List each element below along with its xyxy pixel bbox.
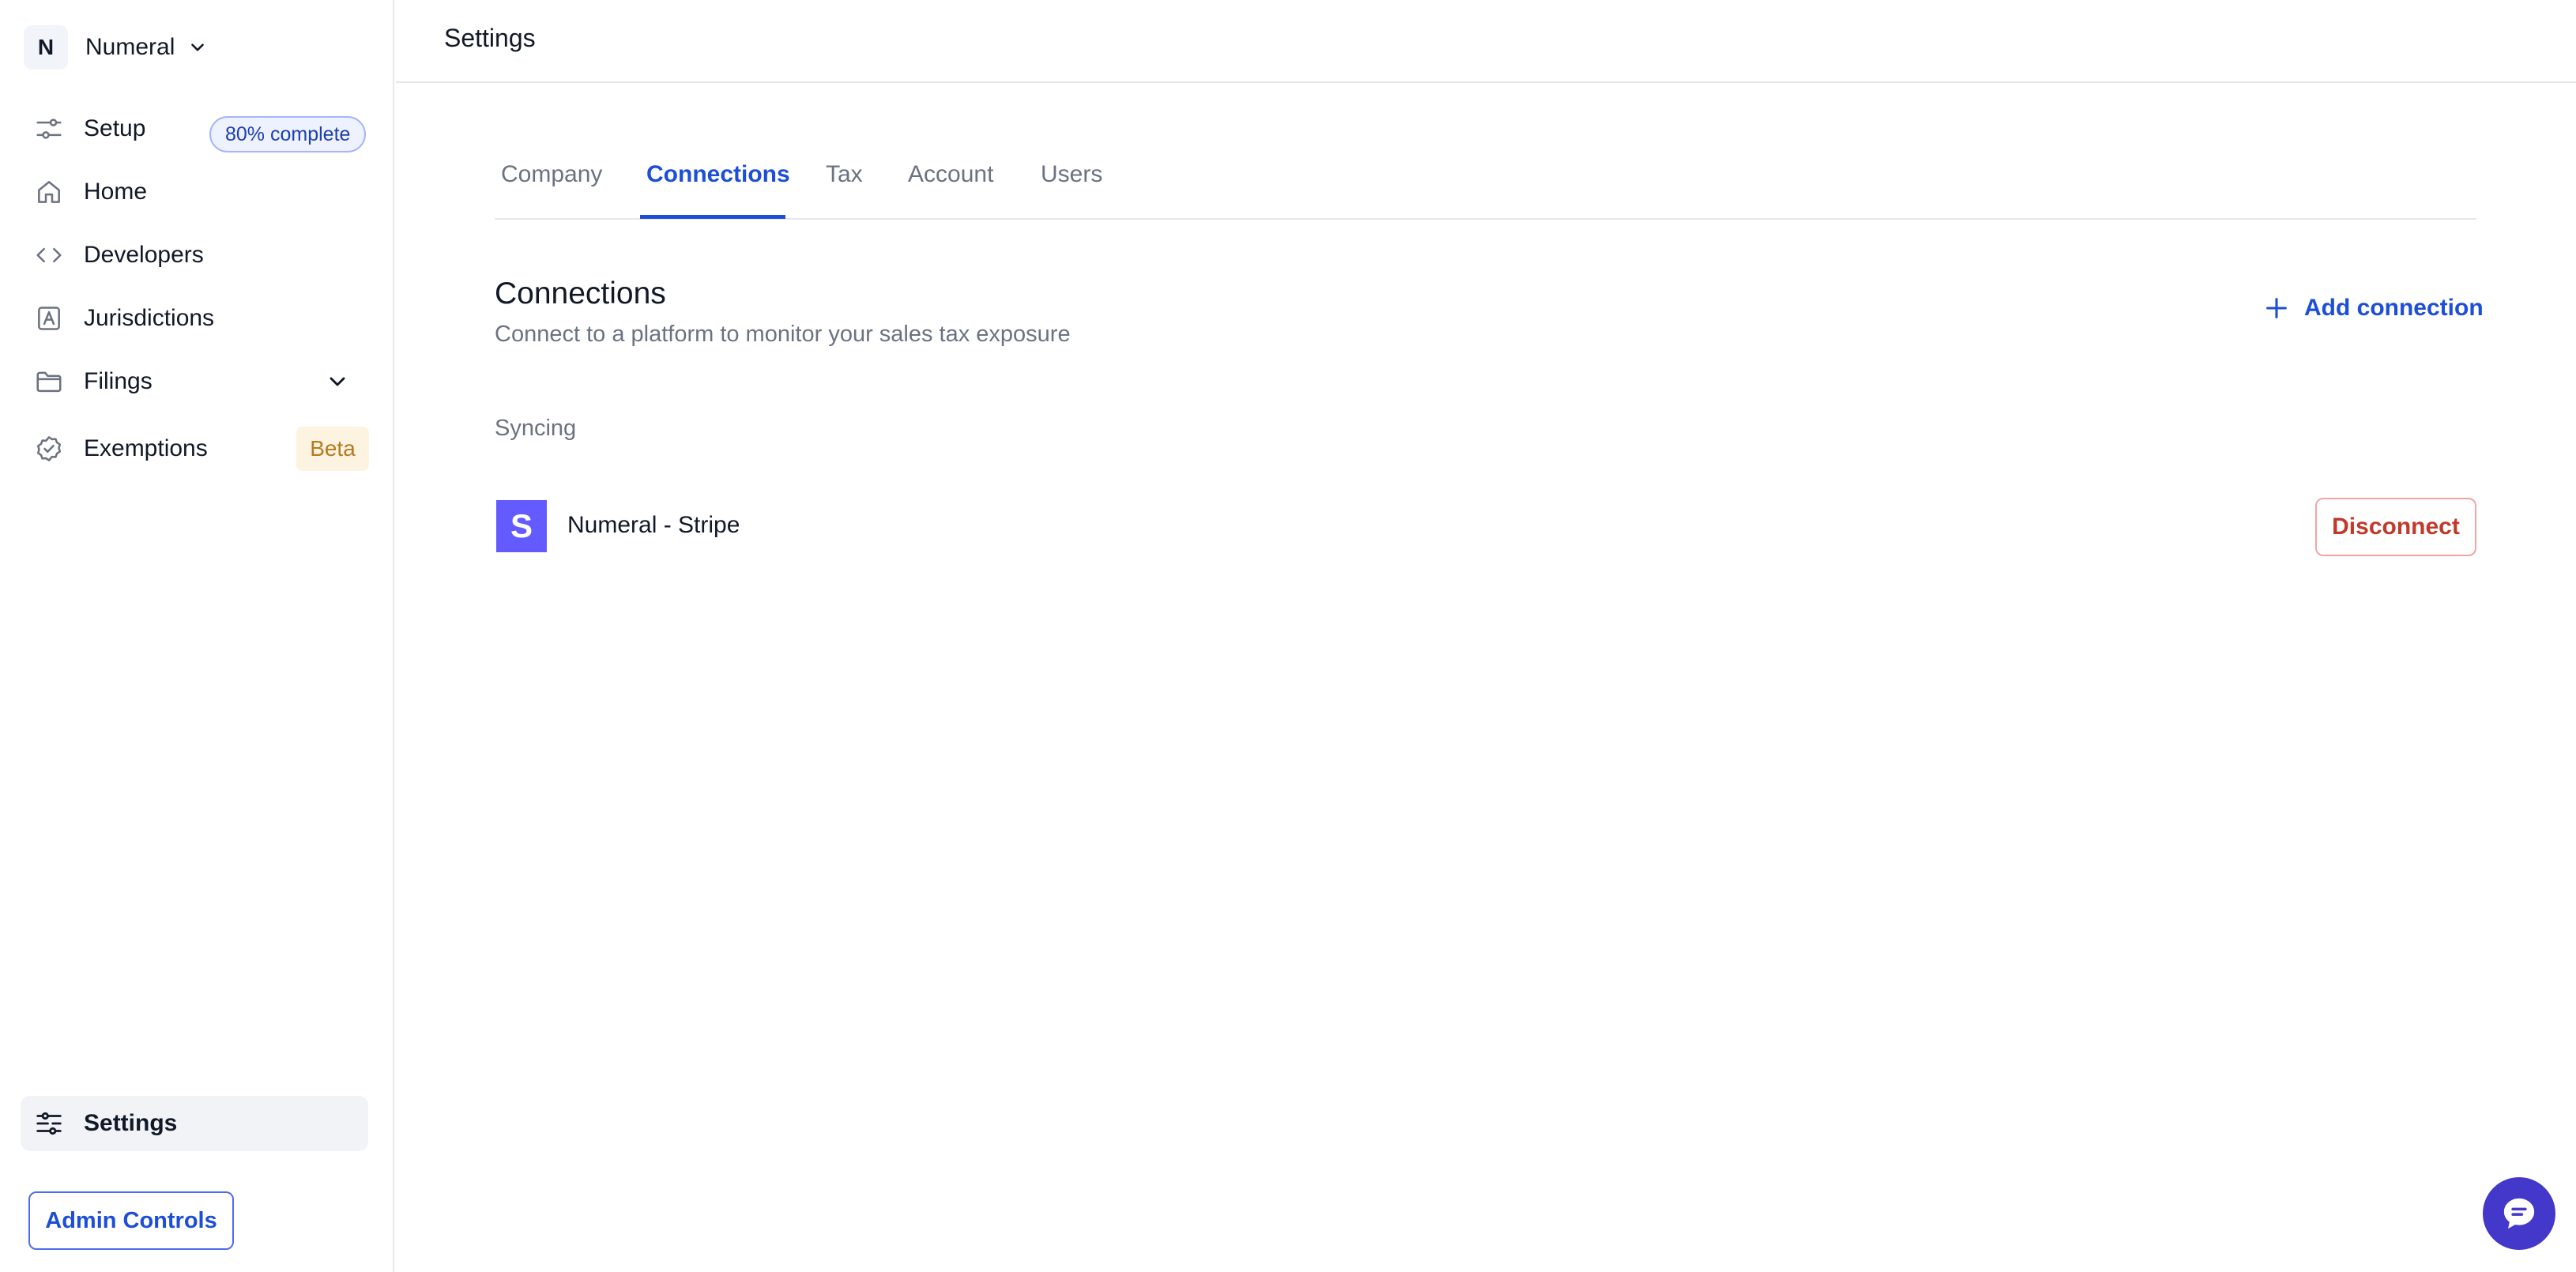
beta-badge: Beta (296, 427, 369, 471)
tab-company[interactable]: Company (501, 161, 602, 218)
tab-connections[interactable]: Connections (646, 161, 790, 218)
app: N Numeral Setup 80% complete Home Develo… (0, 0, 2576, 1272)
page-title: Settings (444, 24, 536, 52)
home-icon (33, 176, 65, 208)
chevron-down-icon (191, 43, 205, 51)
org-switcher[interactable]: N Numeral (24, 24, 208, 71)
chevron-down-icon[interactable] (325, 369, 350, 394)
sliders-icon (33, 113, 65, 145)
setup-progress-badge: 80% complete (209, 116, 367, 152)
sidebar-item-jurisdictions[interactable]: Jurisdictions (21, 291, 368, 346)
org-name: Numeral (85, 34, 175, 60)
tab-tax[interactable]: Tax (826, 161, 863, 218)
disconnect-button[interactable]: Disconnect (2315, 498, 2476, 556)
group-label-syncing: Syncing (495, 416, 577, 441)
sidebar: N Numeral Setup 80% complete Home Develo… (0, 0, 394, 1272)
map-icon (33, 303, 65, 334)
sidebar-item-label: Filings (84, 368, 153, 394)
svg-text:S: S (510, 508, 533, 544)
sidebar-item-settings[interactable]: Settings (21, 1096, 368, 1151)
connection-name: Numeral - Stripe (567, 512, 740, 538)
org-avatar: N (24, 25, 68, 70)
code-icon (33, 239, 65, 271)
active-tab-indicator (640, 215, 785, 219)
stripe-logo: S (496, 500, 547, 552)
add-connection-label: Add connection (2304, 295, 2484, 321)
sidebar-item-exemptions[interactable]: Exemptions Beta (21, 421, 369, 476)
stripe-letter-icon: S (510, 508, 533, 544)
top-header: Settings (396, 0, 2576, 83)
sidebar-item-developers[interactable]: Developers (21, 228, 368, 283)
sidebar-item-label: Setup (84, 115, 146, 141)
chat-bubble-icon (2503, 1198, 2535, 1229)
chat-launcher-button[interactable] (2483, 1177, 2555, 1250)
plus-icon (2266, 298, 2287, 318)
sidebar-item-setup[interactable]: Setup 80% complete (21, 101, 368, 156)
sidebar-item-label: Developers (84, 242, 204, 268)
badge-check-icon (33, 433, 65, 465)
sidebar-item-label: Settings (84, 1110, 178, 1136)
folder-icon (33, 366, 65, 397)
sidebar-item-label: Jurisdictions (84, 305, 215, 331)
section-title: Connections (495, 277, 666, 310)
admin-controls-button[interactable]: Admin Controls (28, 1191, 234, 1250)
sidebar-item-filings[interactable]: Filings (21, 354, 368, 409)
add-connection-button[interactable]: Add connection (2263, 291, 2484, 326)
tab-users[interactable]: Users (1041, 161, 1102, 218)
tab-account[interactable]: Account (908, 161, 993, 218)
sidebar-item-home[interactable]: Home (21, 164, 368, 220)
settings-sliders-icon (33, 1108, 65, 1139)
settings-tabs: Company Connections Tax Account Users (495, 150, 2476, 220)
connection-row: S Numeral - Stripe Disconnect (495, 498, 2476, 556)
sidebar-item-label: Home (84, 179, 148, 205)
section-description: Connect to a platform to monitor your sa… (495, 322, 1071, 347)
sidebar-item-label: Exemptions (84, 435, 208, 461)
